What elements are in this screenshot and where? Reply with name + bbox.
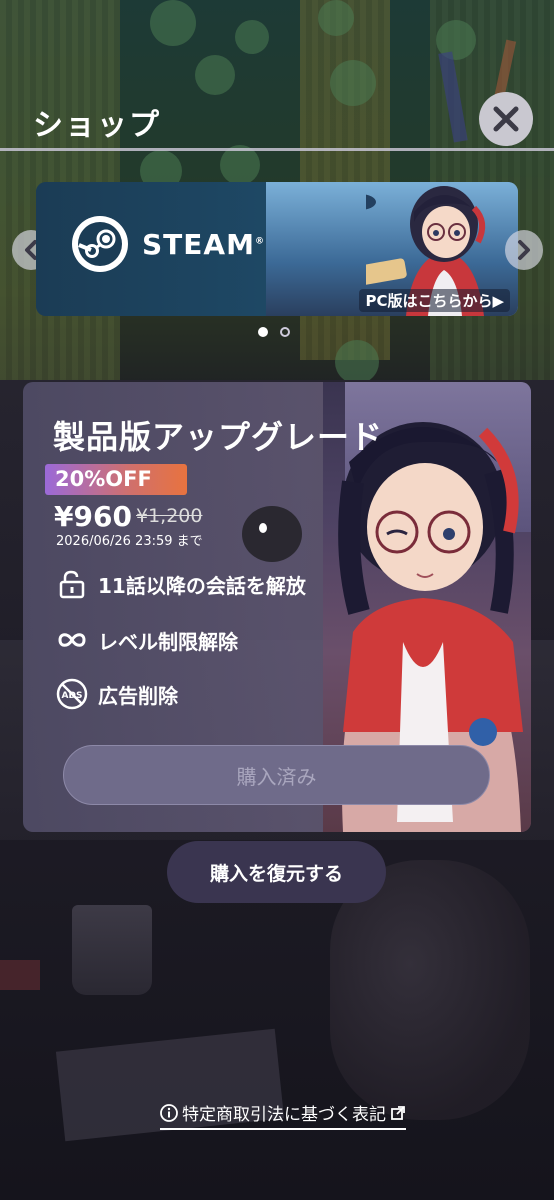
legal-notice-link[interactable]: 特定商取引法に基づく表記 <box>160 1100 406 1130</box>
feature-label: 11話以降の会話を解放 <box>98 573 306 598</box>
pc-version-link[interactable]: PC版はこちらから▶ <box>359 289 510 312</box>
carousel-pagination <box>258 327 290 337</box>
carousel-next-button[interactable] <box>505 228 543 272</box>
sale-deadline: 2026/06/26 23:59 まで <box>56 534 203 549</box>
original-price: ¥1,200 <box>136 505 203 527</box>
legal-link-label: 特定商取引法に基づく表記 <box>182 1105 386 1125</box>
discount-badge: 20%OFF <box>45 464 187 495</box>
header: ショップ <box>0 0 554 152</box>
svg-text:ADS: ADS <box>62 691 83 701</box>
pagination-dot-2[interactable] <box>280 327 290 337</box>
steam-brand-text: STEAM® <box>142 228 265 261</box>
feature-label: 広告削除 <box>98 683 178 708</box>
feature-level-unlimited: レベル制限解除 <box>56 624 238 656</box>
close-icon <box>493 106 519 132</box>
chevron-right-icon <box>518 240 530 260</box>
unlock-icon <box>56 568 88 600</box>
product-title: 製品版アップグレード <box>53 418 384 456</box>
penguin-figure-icon <box>242 506 302 562</box>
page-title: ショップ <box>33 108 161 143</box>
feature-label: レベル制限解除 <box>98 629 238 654</box>
info-icon <box>160 1103 178 1122</box>
restore-purchase-button[interactable]: 購入を復元する <box>167 841 386 903</box>
feature-remove-ads: ADS 広告削除 <box>56 678 178 710</box>
close-button[interactable] <box>479 92 533 146</box>
steam-banner[interactable]: STEAM® PC版はこちらから▶ <box>36 182 518 316</box>
steam-logo-icon <box>72 216 128 272</box>
purchased-button[interactable]: 購入済み <box>63 745 490 805</box>
current-price: ¥960 <box>54 500 132 533</box>
external-link-icon <box>391 1105 405 1120</box>
feature-unlock-episodes: 11話以降の会話を解放 <box>56 568 306 600</box>
no-ads-icon: ADS <box>56 678 88 710</box>
infinity-icon <box>56 624 88 656</box>
pagination-dot-1[interactable] <box>258 327 268 337</box>
header-divider <box>0 148 554 151</box>
